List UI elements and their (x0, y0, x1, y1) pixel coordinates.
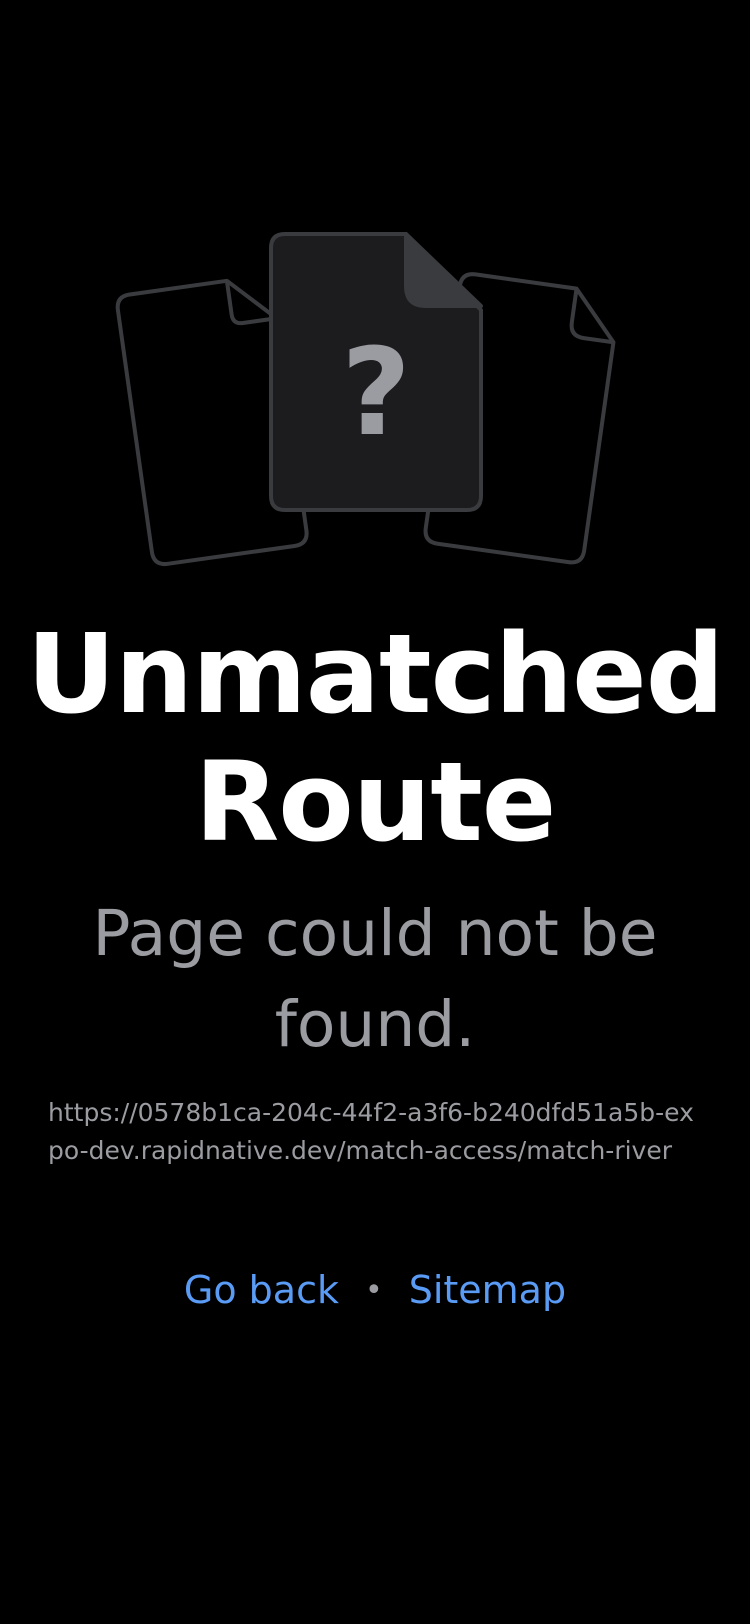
link-separator: • (365, 1272, 383, 1308)
missing-page-illustration: ? (115, 232, 616, 567)
question-mark-icon: ? (341, 324, 411, 463)
page-subtitle: Page could not be found. (92, 897, 658, 1061)
navigation-links: Go back • Sitemap (0, 1262, 750, 1318)
unmatched-url: https://0578b1ca-204c-44f2-a3f6-b240dfd5… (48, 1098, 694, 1165)
center-page-icon: ? (269, 232, 483, 512)
go-back-link[interactable]: Go back (184, 1268, 339, 1312)
page-title: Unmatched Route (26, 610, 725, 866)
sitemap-link[interactable]: Sitemap (409, 1268, 566, 1312)
